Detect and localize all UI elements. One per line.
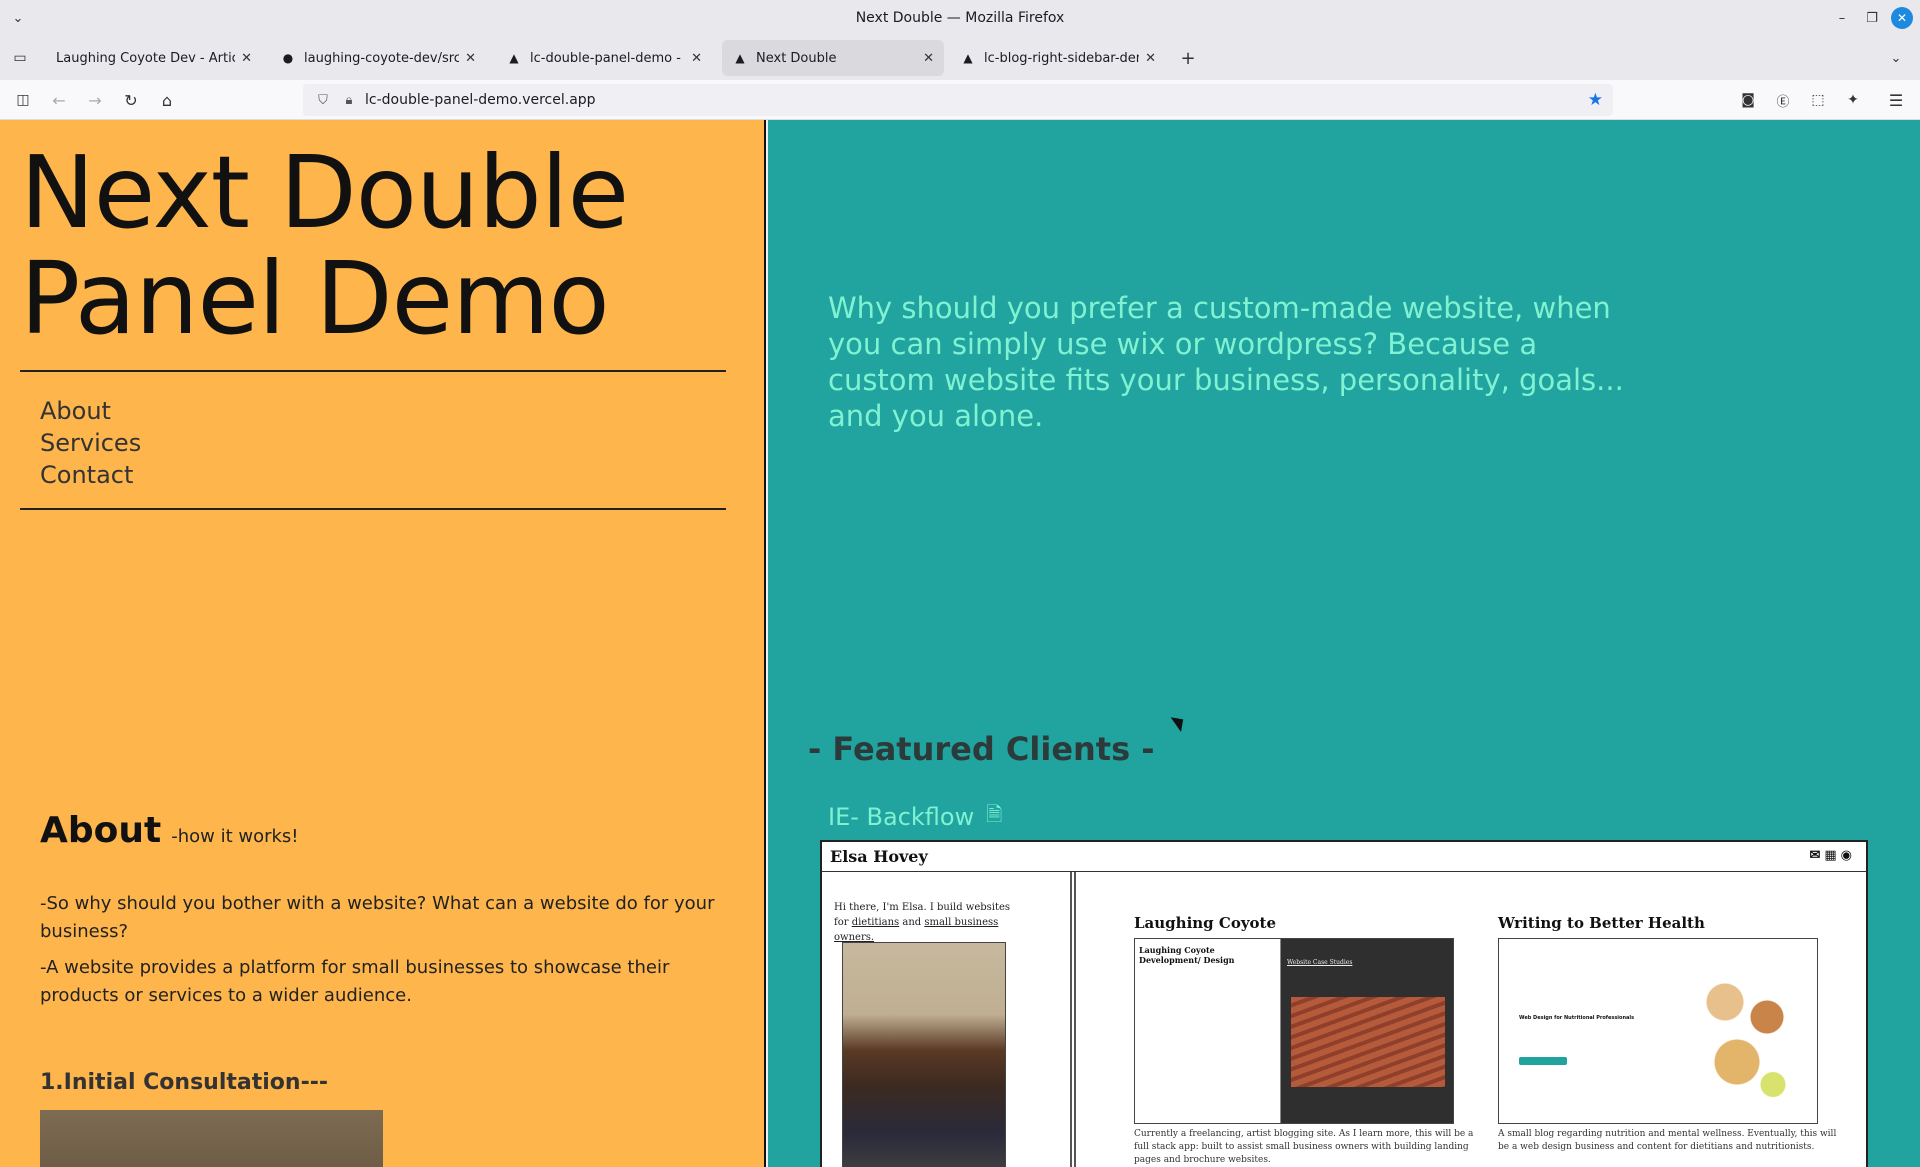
- site-title-line2: Panel Demo: [20, 240, 610, 357]
- left-panel: Next Double Panel Demo About Services Co…: [0, 120, 766, 1167]
- card-image: Laughing Coyote Development/ Design Webs…: [1134, 938, 1454, 1124]
- vercel-icon: ▲: [963, 51, 973, 65]
- close-tab-icon[interactable]: ✕: [465, 51, 476, 66]
- divider: [20, 508, 726, 510]
- reload-button[interactable]: ↻: [119, 88, 143, 112]
- roof-image: [1291, 997, 1445, 1087]
- card-image-right: Website Case Studies: [1281, 939, 1453, 1123]
- card-image-left: Laughing Coyote Development/ Design: [1135, 939, 1281, 1123]
- window-titlebar: ⌄ Next Double — Mozilla Firefox – ❐ ✕: [0, 0, 1920, 36]
- tab-label: lc-double-panel-demo - Ove: [530, 50, 685, 66]
- step-heading: 1.Initial Consultation---: [40, 1070, 328, 1095]
- menu-icon[interactable]: ☰: [1884, 88, 1908, 112]
- new-tab-button[interactable]: +: [1176, 46, 1200, 70]
- screenshot-site-name: Elsa Hovey: [830, 847, 928, 866]
- screenshot-header: Elsa Hovey ✉▦◉: [822, 842, 1866, 872]
- site-title-line1: Next Double: [20, 134, 629, 251]
- food-illustration: [1677, 957, 1797, 1107]
- vercel-icon: ▲: [509, 51, 519, 65]
- client-name[interactable]: IE- Backflow: [828, 803, 974, 831]
- close-tab-icon[interactable]: ✕: [691, 51, 702, 66]
- pocket-icon[interactable]: ◙: [1736, 88, 1760, 112]
- window-title: Next Double — Mozilla Firefox: [855, 10, 1065, 26]
- nav-link-about[interactable]: About: [40, 395, 141, 427]
- screenshot-intro-mid: and: [899, 917, 925, 928]
- about-paragraph-2: -A website provides a platform for small…: [40, 957, 670, 1006]
- about-heading: About: [40, 810, 162, 851]
- extension-icon[interactable]: ✦: [1841, 88, 1865, 112]
- sidebar-toggle-icon[interactable]: ◫: [11, 88, 35, 112]
- tab-label: laughing-coyote-dev/src/cor: [304, 50, 460, 66]
- consultation-image: [40, 1110, 383, 1167]
- close-tab-icon[interactable]: ✕: [241, 51, 252, 66]
- tab-laughing-coyote-articles[interactable]: Laughing Coyote Dev - Articles, ✕: [46, 40, 262, 76]
- list-all-tabs-icon[interactable]: ⌄: [1884, 46, 1908, 70]
- nav-link-services[interactable]: Services: [40, 427, 141, 459]
- about-paragraph-1: -So why should you bother with a website…: [40, 893, 715, 942]
- lock-icon[interactable]: 🔒︎: [339, 93, 359, 108]
- screenshot-link-dietitians: dietitians: [851, 917, 900, 928]
- github-icon: ●: [282, 51, 294, 65]
- back-button[interactable]: ←: [47, 88, 71, 112]
- close-tab-icon[interactable]: ✕: [923, 51, 934, 66]
- navigation-toolbar: ◫ ← → ↻ ⌂ ⛉ 🔒︎ lc-double-panel-demo.verc…: [0, 80, 1920, 120]
- tab-label: Next Double: [756, 50, 837, 66]
- card-title: Laughing Coyote: [1134, 914, 1277, 932]
- screenshot-intro: Hi there, I'm Elsa. I build websites for…: [834, 900, 1014, 945]
- card-image: Web Design for Nutritional Professionals: [1498, 938, 1818, 1124]
- card-inner-text: Web Design for Nutritional Professionals: [1519, 1015, 1635, 1021]
- card-inner-title: Laughing Coyote Development/ Design: [1139, 945, 1235, 965]
- card-description: A small blog regarding nutrition and men…: [1498, 1129, 1837, 1152]
- profile-photo: [842, 942, 1006, 1167]
- tab-label: lc-blog-right-sidebar-demo-l: [984, 50, 1139, 66]
- about-subheading: -how it works!: [171, 826, 299, 847]
- tab-bar: ▭ Laughing Coyote Dev - Articles, ✕ ● la…: [0, 36, 1920, 80]
- close-tab-icon[interactable]: ✕: [1145, 51, 1156, 66]
- tab-blog-sidebar-demo[interactable]: ▲ lc-blog-right-sidebar-demo-l ✕: [950, 40, 1166, 76]
- featured-clients-heading: - Featured Clients -: [808, 730, 1155, 768]
- bookmark-star-icon[interactable]: ★: [1588, 90, 1603, 110]
- tab-vercel-overview[interactable]: ▲ lc-double-panel-demo - Ove ✕: [496, 40, 712, 76]
- document-icon[interactable]: 🗎: [986, 800, 1002, 834]
- shield-icon[interactable]: ⛉: [313, 93, 333, 108]
- tab-github-repo[interactable]: ● laughing-coyote-dev/src/cor ✕: [270, 40, 486, 76]
- right-panel: Why should you prefer a custom-made webs…: [768, 120, 1920, 1167]
- firefox-view-icon[interactable]: ▭: [8, 46, 32, 70]
- forward-button[interactable]: →: [83, 88, 107, 112]
- about-heading-row: About -how it works!: [40, 810, 299, 851]
- intro-text: Why should you prefer a custom-made webs…: [828, 291, 1624, 433]
- page-viewport: Next Double Panel Demo About Services Co…: [0, 120, 1920, 1167]
- main-nav: About Services Contact: [40, 395, 141, 491]
- home-button[interactable]: ⌂: [155, 88, 179, 112]
- divider: [20, 370, 726, 372]
- restore-button[interactable]: ❐: [1860, 6, 1884, 30]
- client-site-screenshot: Elsa Hovey ✉▦◉ Hi there, I'm Elsa. I bui…: [820, 840, 1868, 1167]
- url-text[interactable]: lc-double-panel-demo.vercel.app: [365, 92, 596, 108]
- card-description: Currently a freelancing, artist blogging…: [1134, 1129, 1474, 1165]
- extensions-icon[interactable]: ⬚: [1806, 88, 1830, 112]
- mouse-cursor: [1170, 712, 1189, 732]
- tab-label: Laughing Coyote Dev - Articles,: [56, 50, 235, 66]
- close-window-button[interactable]: ✕: [1891, 7, 1913, 29]
- minimize-button[interactable]: –: [1830, 6, 1854, 30]
- card-inner-link: Website Case Studies: [1287, 959, 1353, 966]
- site-title: Next Double Panel Demo: [20, 134, 629, 357]
- vercel-icon: ▲: [735, 51, 745, 65]
- card-title: Writing to Better Health: [1498, 914, 1705, 932]
- tab-next-double[interactable]: ▲ Next Double ✕: [722, 40, 944, 76]
- client-title: IE- Backflow 🗎: [828, 800, 1002, 834]
- chevron-down-icon[interactable]: ⌄: [8, 8, 28, 28]
- account-icon[interactable]: Ⓔ: [1771, 88, 1795, 112]
- card-inner-button: [1519, 1057, 1567, 1065]
- social-icons: ✉▦◉: [1809, 848, 1856, 863]
- screenshot-sidebar: Hi there, I'm Elsa. I build websites for…: [822, 872, 1076, 1167]
- nav-link-contact[interactable]: Contact: [40, 459, 141, 491]
- url-bar[interactable]: ⛉ 🔒︎ lc-double-panel-demo.vercel.app ★: [303, 84, 1613, 116]
